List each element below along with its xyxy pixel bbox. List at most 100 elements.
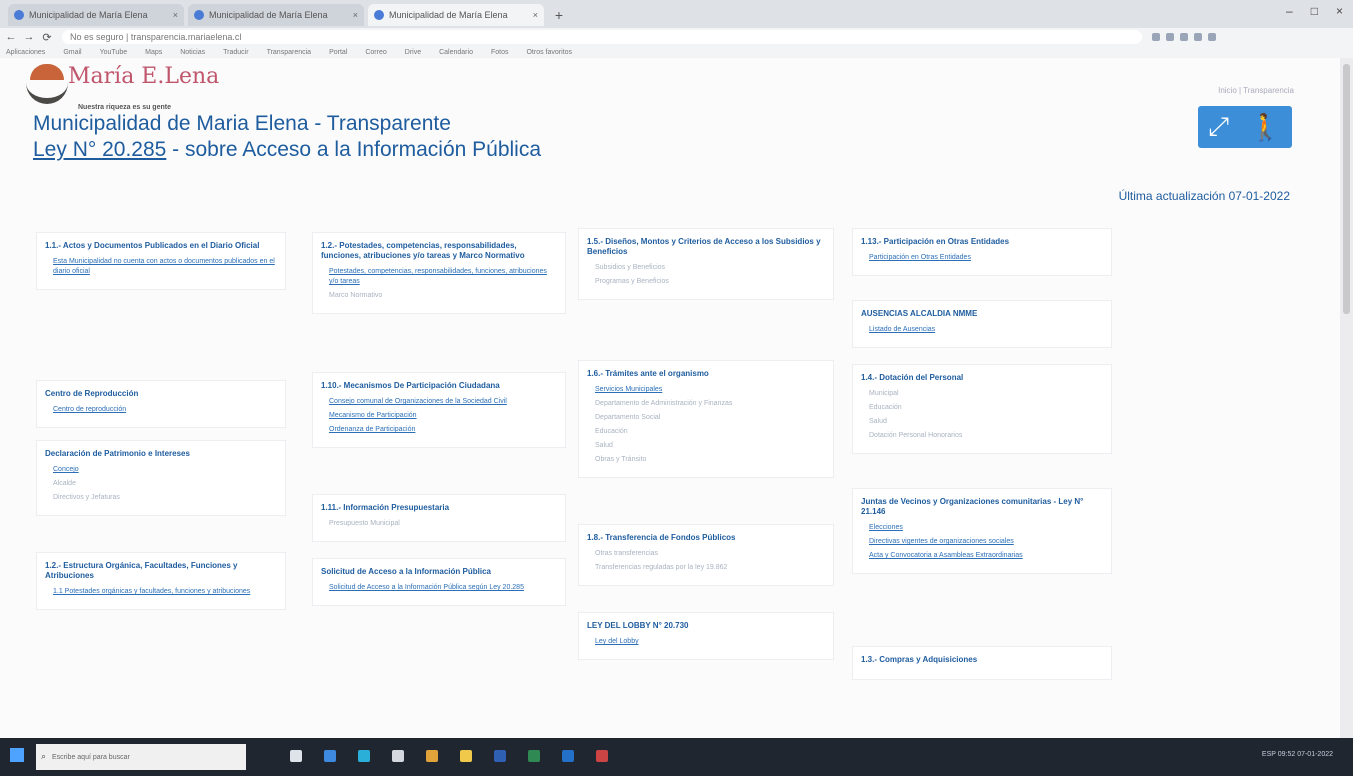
taskbar-apps — [290, 750, 608, 762]
section-link[interactable]: Esta Municipalidad no cuenta con actos o… — [53, 257, 277, 277]
section-item[interactable]: Transferencias reguladas por la ley 19.8… — [595, 563, 825, 573]
section-item[interactable]: Directivos y Jefaturas — [53, 493, 277, 503]
section-item[interactable]: Municipal — [869, 389, 1103, 399]
outlook-icon[interactable] — [562, 750, 574, 762]
section-link[interactable]: Ordenanza de Participación — [329, 425, 557, 435]
page-scrollbar[interactable] — [1340, 58, 1353, 738]
close-tab-icon[interactable]: × — [533, 10, 538, 20]
section-link[interactable]: Mecanismo de Participación — [329, 411, 557, 421]
extension-icon[interactable] — [1166, 33, 1174, 41]
section-item[interactable]: Salud — [595, 441, 825, 451]
section-item[interactable]: Educación — [869, 403, 1103, 413]
url-input[interactable]: No es seguro | transparencia.mariaelena.… — [62, 30, 1142, 44]
system-tray[interactable]: ESP 09:52 07-01-2022 — [1262, 751, 1333, 758]
edge-icon[interactable] — [358, 750, 370, 762]
section-card: 1.5.- Diseños, Montos y Criterios de Acc… — [578, 228, 834, 300]
section-item[interactable]: Dotación Personal Honorarios — [869, 431, 1103, 441]
bookmark-item[interactable]: Correo — [365, 49, 386, 56]
extension-icon[interactable] — [1194, 33, 1202, 41]
section-card: 1.10.- Mecanismos De Participación Ciuda… — [312, 372, 566, 448]
logo-text: María E.Lena — [68, 64, 220, 89]
maximize-button[interactable]: □ — [1311, 4, 1318, 18]
section-link[interactable]: Potestades, competencias, responsabilida… — [329, 267, 557, 287]
bookmark-item[interactable]: Aplicaciones — [6, 49, 45, 56]
section-item[interactable]: Obras y Tránsito — [595, 455, 825, 465]
bookmark-item[interactable]: Maps — [145, 49, 162, 56]
extension-icon[interactable] — [1180, 33, 1188, 41]
section-title: 1.10.- Mecanismos De Participación Ciuda… — [321, 381, 500, 390]
section-card: Centro de Reproducción Centro de reproduc… — [36, 380, 286, 428]
search-icon: ⌕ — [41, 751, 47, 761]
section-title: 1.13.- Participación en Otras Entidades — [861, 237, 1010, 246]
scrollbar-thumb[interactable] — [1343, 64, 1350, 314]
section-link[interactable]: Directivas vigentes de organizaciones so… — [869, 537, 1103, 547]
bookmark-item[interactable]: Calendario — [439, 49, 473, 56]
section-link[interactable]: Ley del Lobby — [595, 637, 825, 647]
section-card: 1.11.- Información Presupuestaria Presupu… — [312, 494, 566, 542]
section-link[interactable]: Centro de reproducción — [53, 405, 277, 415]
app-icon[interactable] — [596, 750, 608, 762]
windows-start-icon[interactable] — [10, 748, 24, 762]
section-item[interactable]: Educación — [595, 427, 825, 437]
section-item[interactable]: Subsidios y Beneficios — [595, 263, 825, 273]
section-link[interactable]: Participación en Otras Entidades — [869, 253, 1103, 263]
close-tab-icon[interactable]: × — [173, 10, 178, 20]
bookmark-item[interactable]: Portal — [329, 49, 347, 56]
minimize-button[interactable]: – — [1286, 4, 1293, 18]
bookmark-item[interactable]: Traducir — [223, 49, 248, 56]
reload-icon[interactable]: ⟳ — [40, 31, 54, 44]
browser-tab[interactable]: Municipalidad de María Elena × — [8, 4, 184, 26]
section-link[interactable]: 1.1 Potestades orgánicas y facultades, f… — [53, 587, 277, 597]
section-link[interactable]: Acta y Convocatoria a Asambleas Extraord… — [869, 551, 1103, 561]
forward-icon[interactable]: → — [22, 31, 36, 43]
extension-icon[interactable] — [1152, 33, 1160, 41]
section-link[interactable]: Solicitud de Acceso a la Información Púb… — [329, 583, 557, 593]
mail-icon[interactable] — [392, 750, 404, 762]
section-link[interactable]: Servicios Municipales — [595, 385, 825, 395]
browser-tab[interactable]: Municipalidad de María Elena × — [188, 4, 364, 26]
logo-tagline: Nuestra riqueza es su gente — [78, 104, 171, 111]
section-title: 1.8.- Transferencia de Fondos Públicos — [587, 533, 736, 542]
section-link[interactable]: Consejo comunal de Organizaciones de la … — [329, 397, 557, 407]
page-subtitle: Ley N° 20.285 - sobre Acceso a la Inform… — [33, 138, 542, 161]
browser-tab-active[interactable]: Municipalidad de María Elena × — [368, 4, 544, 26]
page-title: Municipalidad de Maria Elena - Transpare… — [33, 112, 451, 135]
store-icon[interactable] — [324, 750, 336, 762]
law-link[interactable]: Ley N° 20.285 — [33, 138, 166, 161]
last-update: Última actualización 07-01-2022 — [1118, 189, 1290, 203]
chrome-icon[interactable] — [426, 750, 438, 762]
excel-icon[interactable] — [528, 750, 540, 762]
top-links[interactable]: Inicio | Transparencia — [1218, 86, 1294, 95]
section-item[interactable]: Programas y Beneficios — [595, 277, 825, 287]
section-item[interactable]: Presupuesto Municipal — [329, 519, 557, 529]
files-icon[interactable] — [460, 750, 472, 762]
bookmark-item[interactable]: Otros favoritos — [526, 49, 572, 56]
word-icon[interactable] — [494, 750, 506, 762]
accessibility-button[interactable]: ⤢ 🚶 — [1198, 106, 1292, 148]
section-link[interactable]: Concejo — [53, 465, 277, 475]
tab-strip: Municipalidad de María Elena × Municipali… — [8, 4, 570, 28]
close-window-button[interactable]: × — [1336, 4, 1343, 18]
section-link[interactable]: Elecciones — [869, 523, 1103, 533]
bookmark-item[interactable]: Transparencia — [267, 49, 312, 56]
back-icon[interactable]: ← — [4, 31, 18, 43]
taskbar-search[interactable]: ⌕ Escribe aquí para buscar — [36, 744, 246, 770]
task-view-icon[interactable] — [290, 750, 302, 762]
section-item[interactable]: Otras transferencias — [595, 549, 825, 559]
bookmark-item[interactable]: Noticias — [180, 49, 205, 56]
profile-icon[interactable] — [1208, 33, 1216, 41]
section-item[interactable]: Alcalde — [53, 479, 277, 489]
bookmark-item[interactable]: Drive — [405, 49, 421, 56]
bookmark-item[interactable]: Gmail — [63, 49, 81, 56]
section-item[interactable]: Departamento de Administración y Finanza… — [595, 399, 825, 409]
section-card: 1.2.- Potestades, competencias, responsa… — [312, 232, 566, 314]
section-item[interactable]: Departamento Social — [595, 413, 825, 423]
bookmark-item[interactable]: Fotos — [491, 49, 509, 56]
close-tab-icon[interactable]: × — [353, 10, 358, 20]
new-tab-button[interactable]: + — [548, 4, 570, 26]
section-title: Juntas de Vecinos y Organizaciones comun… — [861, 497, 1084, 516]
section-item[interactable]: Marco Normativo — [329, 291, 557, 301]
bookmark-item[interactable]: YouTube — [100, 49, 128, 56]
section-link[interactable]: Listado de Ausencias — [869, 325, 1103, 335]
section-item[interactable]: Salud — [869, 417, 1103, 427]
